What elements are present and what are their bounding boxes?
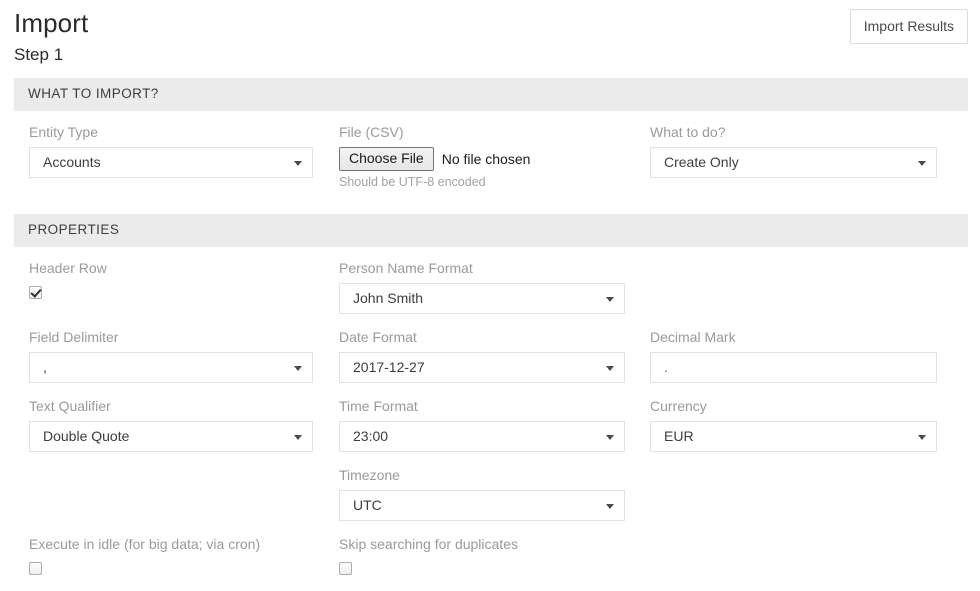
header-row-field: Header Row <box>14 259 326 328</box>
chevron-down-icon <box>606 297 614 302</box>
date-format-field: Date Format 2017-12-27 <box>326 328 638 397</box>
skip-duplicates-label: Skip searching for duplicates <box>339 535 625 553</box>
time-format-value: 23:00 <box>340 422 624 451</box>
decimal-mark-value: . <box>651 353 936 382</box>
time-format-select[interactable]: 23:00 <box>339 421 625 452</box>
properties-row-4: Timezone UTC <box>14 466 968 535</box>
decimal-mark-label: Decimal Mark <box>650 328 937 346</box>
header-row-checkbox[interactable] <box>29 286 42 299</box>
import-page: Import Import Results Step 1 WHAT TO IMP… <box>0 0 980 578</box>
step-label: Step 1 <box>0 44 980 68</box>
properties-body: Header Row Person Name Format John Smith <box>0 247 980 591</box>
decimal-mark-input[interactable]: . <box>650 352 937 383</box>
field-delimiter-value: , <box>30 353 312 382</box>
properties-row-1: Header Row Person Name Format John Smith <box>14 259 968 328</box>
decimal-mark-field: Decimal Mark . <box>638 328 950 397</box>
date-format-label: Date Format <box>339 328 625 346</box>
page-title: Import <box>14 6 968 40</box>
person-name-format-label: Person Name Format <box>339 259 625 277</box>
field-delimiter-label: Field Delimiter <box>29 328 313 346</box>
time-format-field: Time Format 23:00 <box>326 397 638 466</box>
chevron-down-icon <box>294 161 302 166</box>
entity-type-select[interactable]: Accounts <box>29 147 313 178</box>
properties-row-2: Field Delimiter , Date Format 2017-12-27 <box>14 328 968 397</box>
file-input-row[interactable]: Choose File No file chosen <box>339 147 625 171</box>
choose-file-button[interactable]: Choose File <box>339 147 434 171</box>
properties-heading: PROPERTIES <box>14 214 968 247</box>
text-qualifier-label: Text Qualifier <box>29 397 313 415</box>
text-qualifier-value: Double Quote <box>30 422 312 451</box>
what-to-do-field: What to do? Create Only <box>638 123 950 204</box>
currency-value: EUR <box>651 422 936 451</box>
file-csv-label: File (CSV) <box>339 123 625 141</box>
person-name-format-value: John Smith <box>340 284 624 313</box>
execute-in-idle-checkbox[interactable] <box>29 562 42 575</box>
properties-row-4-spacer <box>14 466 326 535</box>
time-format-label: Time Format <box>339 397 625 415</box>
execute-in-idle-field: Execute in idle (for big data; via cron) <box>14 535 326 591</box>
file-csv-field: File (CSV) Choose File No file chosen Sh… <box>326 123 638 204</box>
chevron-down-icon <box>606 366 614 371</box>
page-header: Import Import Results <box>0 0 980 44</box>
chevron-down-icon <box>294 366 302 371</box>
timezone-label: Timezone <box>339 466 625 484</box>
timezone-select[interactable]: UTC <box>339 490 625 521</box>
date-format-value: 2017-12-27 <box>340 353 624 382</box>
what-to-import-heading: WHAT TO IMPORT? <box>14 78 968 111</box>
file-status-text: No file chosen <box>434 150 531 168</box>
what-to-import-body: Entity Type Accounts File (CSV) Choose F… <box>0 111 980 204</box>
text-qualifier-select[interactable]: Double Quote <box>29 421 313 452</box>
what-to-do-label: What to do? <box>650 123 937 141</box>
timezone-field: Timezone UTC <box>326 466 638 535</box>
currency-field: Currency EUR <box>638 397 950 466</box>
what-to-import-row: Entity Type Accounts File (CSV) Choose F… <box>14 123 968 204</box>
person-name-format-select[interactable]: John Smith <box>339 283 625 314</box>
chevron-down-icon <box>918 161 926 166</box>
chevron-down-icon <box>294 435 302 440</box>
properties-row-3: Text Qualifier Double Quote Time Format … <box>14 397 968 466</box>
entity-type-field: Entity Type Accounts <box>14 123 326 204</box>
chevron-down-icon <box>918 435 926 440</box>
what-to-import-panel: WHAT TO IMPORT? Entity Type Accounts Fil… <box>0 78 980 204</box>
header-actions: Import Results <box>850 9 968 44</box>
field-delimiter-field: Field Delimiter , <box>14 328 326 397</box>
properties-row-4-spacer-right <box>638 466 950 535</box>
skip-duplicates-field: Skip searching for duplicates <box>326 535 638 591</box>
properties-row-5-spacer <box>638 535 950 591</box>
properties-row-5: Execute in idle (for big data; via cron)… <box>14 535 968 591</box>
execute-in-idle-label: Execute in idle (for big data; via cron) <box>29 535 313 553</box>
what-to-do-select[interactable]: Create Only <box>650 147 937 178</box>
what-to-do-value: Create Only <box>651 148 936 177</box>
date-format-select[interactable]: 2017-12-27 <box>339 352 625 383</box>
field-delimiter-select[interactable]: , <box>29 352 313 383</box>
text-qualifier-field: Text Qualifier Double Quote <box>14 397 326 466</box>
header-row-label: Header Row <box>29 259 313 277</box>
chevron-down-icon <box>606 435 614 440</box>
currency-label: Currency <box>650 397 937 415</box>
properties-panel: PROPERTIES Header Row Person Name Format <box>0 214 980 591</box>
skip-duplicates-checkbox[interactable] <box>339 562 352 575</box>
properties-row-1-spacer <box>638 259 950 328</box>
file-help-text: Should be UTF-8 encoded <box>339 171 625 190</box>
currency-select[interactable]: EUR <box>650 421 937 452</box>
import-results-button[interactable]: Import Results <box>850 9 968 44</box>
chevron-down-icon <box>606 504 614 509</box>
person-name-format-field: Person Name Format John Smith <box>326 259 638 328</box>
entity-type-label: Entity Type <box>29 123 313 141</box>
timezone-value: UTC <box>340 491 624 520</box>
entity-type-value: Accounts <box>30 148 312 177</box>
